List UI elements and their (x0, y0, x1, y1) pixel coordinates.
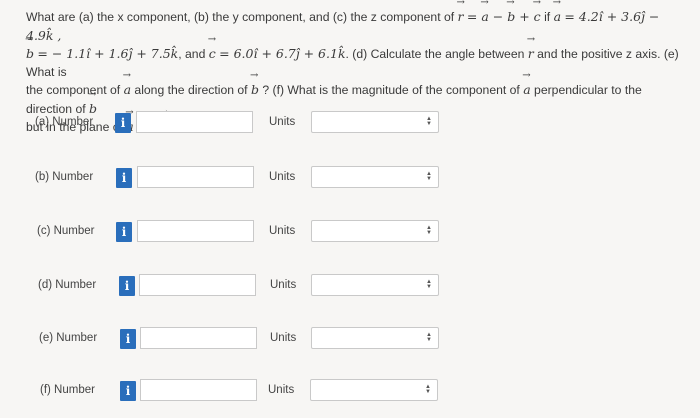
up-down-chevron-icon: ▲ ▼ (426, 116, 432, 127)
units-label-e: Units (270, 332, 297, 344)
number-input-e[interactable] (140, 327, 257, 349)
number-input-f[interactable] (140, 379, 257, 401)
up-down-chevron-icon: ▲ ▼ (426, 171, 432, 182)
info-icon[interactable]: i (120, 381, 136, 401)
info-icon[interactable]: i (115, 113, 131, 133)
part-label-a: (a) Number (35, 116, 94, 128)
units-select-b[interactable]: ▲ ▼ (311, 166, 439, 188)
units-select-d[interactable]: ▲ ▼ (311, 274, 439, 296)
answer-row-d: (d) Number i Units ▲ ▼ (0, 273, 700, 301)
number-input-a[interactable] (136, 111, 253, 133)
answer-row-b: (b) Number i Units ▲ ▼ (0, 165, 700, 193)
answer-row-a: (a) Number i Units ▲ ▼ (0, 110, 700, 138)
answer-row-c: (c) Number i Units ▲ ▼ (0, 219, 700, 247)
number-input-b[interactable] (137, 166, 254, 188)
part-label-f: (f) Number (40, 384, 95, 396)
units-label-c: Units (269, 225, 296, 237)
part-label-b: (b) Number (35, 171, 94, 183)
part-label-d: (d) Number (38, 279, 97, 291)
up-down-chevron-icon: ▲ ▼ (426, 225, 432, 236)
answer-row-f: (f) Number i Units ▲ ▼ (0, 378, 700, 406)
number-input-d[interactable] (139, 274, 256, 296)
up-down-chevron-icon: ▲ ▼ (426, 332, 432, 343)
answer-row-e: (e) Number i Units ▲ ▼ (0, 326, 700, 354)
units-select-f[interactable]: ▲ ▼ (310, 379, 438, 401)
info-icon[interactable]: i (120, 329, 136, 349)
info-icon[interactable]: i (119, 276, 135, 296)
info-icon[interactable]: i (116, 222, 132, 242)
units-select-e[interactable]: ▲ ▼ (311, 327, 439, 349)
answer-rows: (a) Number i Units ▲ ▼ (b) Number i Units… (0, 0, 700, 418)
up-down-chevron-icon: ▲ ▼ (425, 384, 431, 395)
units-label-d: Units (270, 279, 297, 291)
up-down-chevron-icon: ▲ ▼ (426, 279, 432, 290)
number-input-c[interactable] (137, 220, 254, 242)
units-label-b: Units (269, 171, 296, 183)
units-select-a[interactable]: ▲ ▼ (311, 111, 439, 133)
info-icon[interactable]: i (116, 168, 132, 188)
units-label-a: Units (269, 116, 296, 128)
part-label-c: (c) Number (37, 225, 95, 237)
units-select-c[interactable]: ▲ ▼ (311, 220, 439, 242)
units-label-f: Units (268, 384, 295, 396)
part-label-e: (e) Number (39, 332, 98, 344)
